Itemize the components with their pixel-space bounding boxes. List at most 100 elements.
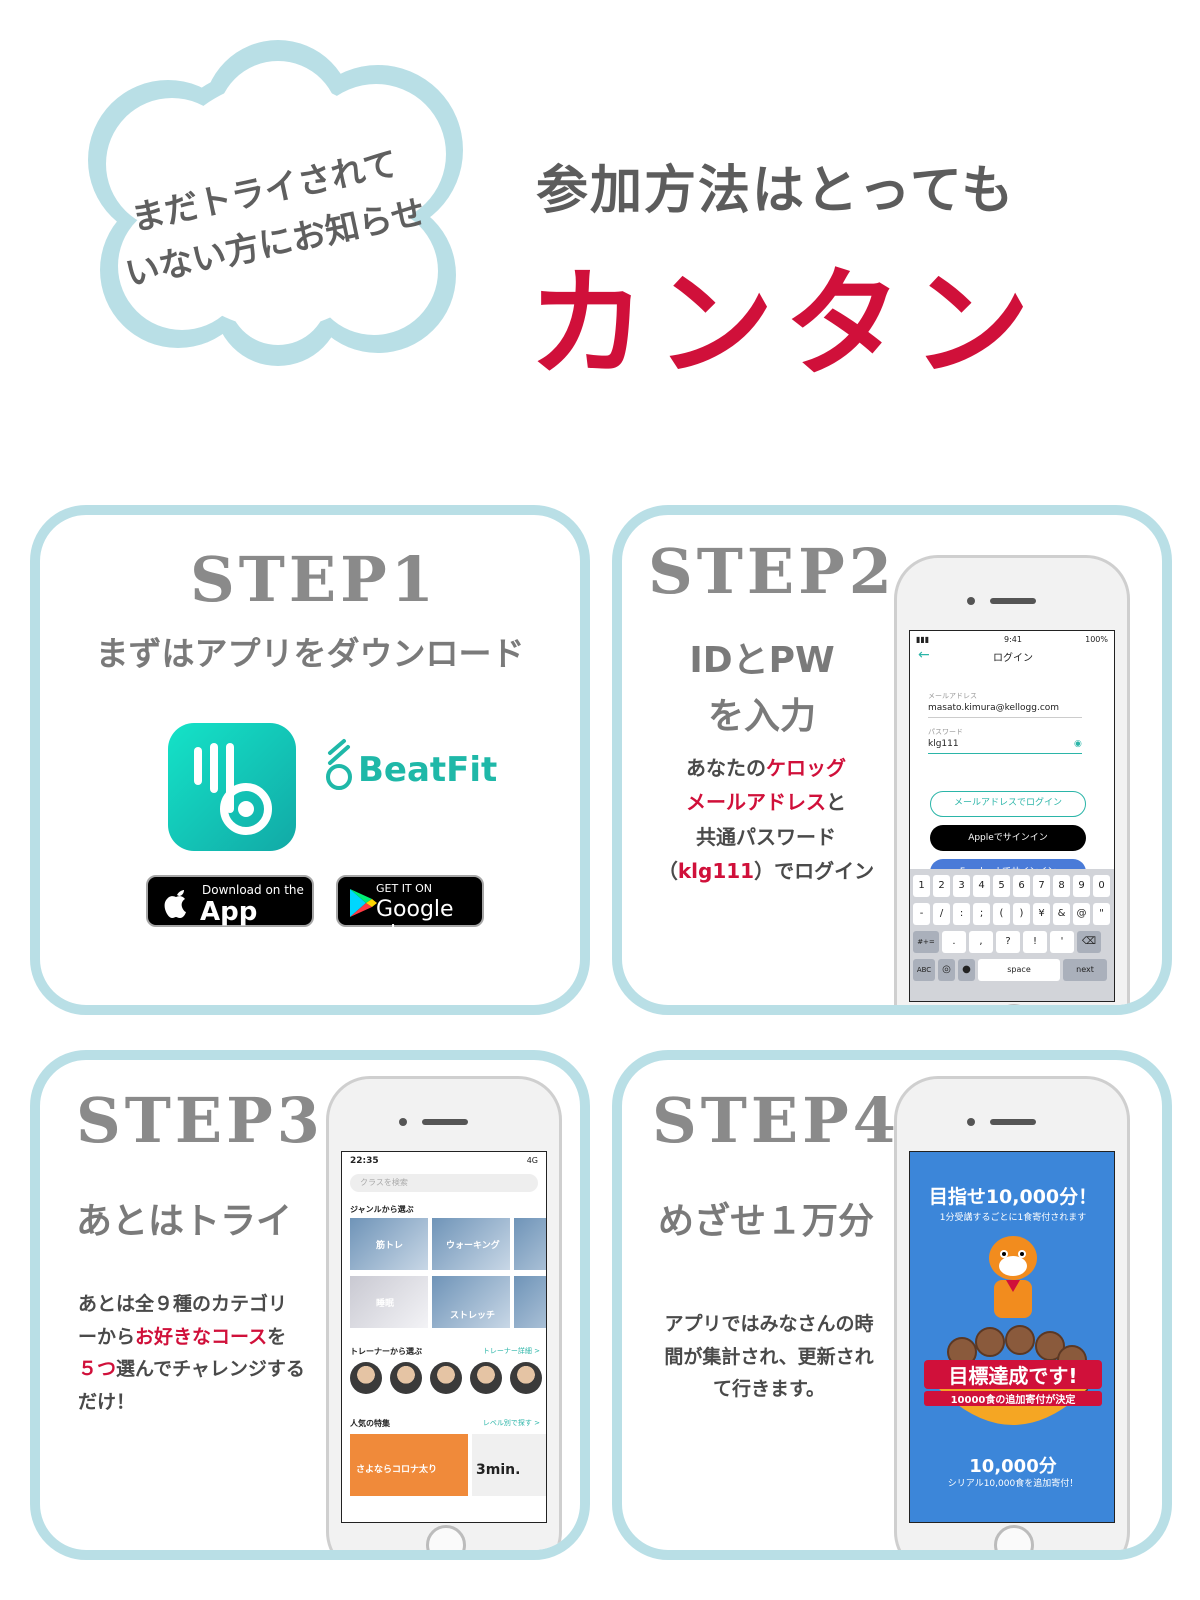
keyboard-key[interactable]: 9: [1073, 875, 1090, 897]
desc-highlight-password: klg111: [677, 859, 755, 884]
speaker-icon: [990, 1119, 1036, 1125]
keyboard-key[interactable]: ,: [969, 931, 993, 953]
app-store-badge[interactable]: Download on the App Store: [146, 875, 314, 957]
trainer-section-title: トレーナーから選ぶ: [350, 1347, 422, 1356]
total-subtext: シリアル10,000食を追加寄付！: [947, 1479, 1079, 1489]
app-store-big-text: App Store: [200, 897, 280, 957]
avatar[interactable]: [390, 1362, 422, 1394]
goal-heading: 目指せ10,000分！: [928, 1186, 1098, 1208]
genre-label: 筋トレ: [376, 1241, 404, 1251]
progress-screen: 目指せ10,000分！ 1分受講するごとに1食寄付されます 目標達成です! 10: [909, 1151, 1115, 1523]
feature-section-title: 人気の特集: [350, 1419, 390, 1428]
google-play-icon: [350, 889, 377, 917]
keyboard-key[interactable]: .: [942, 931, 966, 953]
google-play-small-text: GET IT ON: [376, 882, 433, 895]
keyboard-key[interactable]: ': [1050, 931, 1074, 953]
genre-tile[interactable]: 筋トレ: [350, 1218, 428, 1270]
microphone-icon[interactable]: ●: [958, 959, 975, 981]
apple-icon: [164, 890, 186, 918]
speaker-icon: [422, 1119, 468, 1125]
keyboard-key[interactable]: 6: [1013, 875, 1030, 897]
home-button[interactable]: [994, 1004, 1034, 1005]
avatar[interactable]: [470, 1362, 502, 1394]
step3-phone: 22:35 4G クラスを検索 ジャンルから選ぶ 筋トレ ウォーキング 睡眠 ス…: [326, 1076, 562, 1550]
beatfit-app-icon[interactable]: [168, 723, 296, 851]
avatar[interactable]: [510, 1362, 542, 1394]
desc-text: ）でログイン: [754, 859, 875, 884]
keyboard-key[interactable]: @: [1073, 903, 1090, 925]
avatar[interactable]: [430, 1362, 462, 1394]
keyboard-key[interactable]: !: [1023, 931, 1047, 953]
keyboard-key[interactable]: 7: [1033, 875, 1050, 897]
genre-tile[interactable]: ストレッチ: [432, 1276, 510, 1328]
genre-tile[interactable]: ウォーキング: [432, 1218, 510, 1270]
genre-section-title: ジャンルから選ぶ: [350, 1205, 414, 1214]
email-underline: [928, 717, 1082, 718]
keyboard-key[interactable]: 0: [1093, 875, 1110, 897]
trainer-detail-link[interactable]: トレーナー詳細 >: [483, 1346, 540, 1356]
keyboard-key[interactable]: ;: [973, 903, 990, 925]
status-time: 9:41: [1004, 635, 1022, 644]
keyboard-key[interactable]: ¥: [1033, 903, 1050, 925]
desc-text: 選んでチャレンジする: [116, 1358, 305, 1381]
step2-subtitle-line2: を入力: [707, 696, 816, 737]
step4-card: STEP4 めざせ１万分 アプリではみなさんの時 間が集計され、更新され て行き…: [612, 1050, 1172, 1560]
keyboard-key[interactable]: ": [1093, 903, 1110, 925]
step3-card: STEP3 あとはトライ あとは全９種のカテゴリ ーからお好きなコースを ５つ選…: [30, 1050, 590, 1560]
level-search-link[interactable]: レベル別で探す >: [483, 1418, 540, 1428]
keyboard-key[interactable]: ): [1013, 903, 1030, 925]
desc-highlight-course: お好きなコース: [135, 1325, 268, 1348]
password-field[interactable]: klg111: [928, 739, 959, 749]
keyboard-key[interactable]: /: [933, 903, 950, 925]
key-next[interactable]: next: [1063, 959, 1107, 981]
desc-text: （: [657, 859, 678, 884]
keyboard-key[interactable]: #+=: [913, 931, 939, 953]
keyboard-key[interactable]: 8: [1053, 875, 1070, 897]
tiger-mascot-icon: [989, 1236, 1037, 1318]
email-field[interactable]: masato.kimura@kellogg.com: [928, 703, 1059, 713]
feature-label: さよならコロナ太り: [356, 1465, 438, 1475]
key-space[interactable]: space: [978, 959, 1060, 981]
keyboard-key[interactable]: 3: [953, 875, 970, 897]
step4-title: STEP4: [652, 1084, 900, 1157]
keyboard-key[interactable]: ?: [996, 931, 1020, 953]
beatfit-brand-name: BeatFit: [358, 750, 498, 790]
google-play-badge[interactable]: GET IT ON Google play: [336, 875, 484, 947]
desc-text: だけ！: [78, 1391, 136, 1414]
key-abc[interactable]: ABC: [913, 959, 935, 981]
beatfit-logo-icon: [326, 739, 352, 790]
globe-icon[interactable]: ◎: [938, 959, 955, 981]
avatar[interactable]: [350, 1362, 382, 1394]
genre-tile[interactable]: 睡眠: [350, 1276, 428, 1328]
desc-highlight-five: ５つ: [78, 1358, 117, 1381]
show-password-eye-icon[interactable]: ◉: [1074, 739, 1082, 749]
google-play-big-text: Google play: [376, 897, 454, 947]
keyboard-key[interactable]: ⌫: [1077, 931, 1101, 953]
keyboard-key[interactable]: 5: [993, 875, 1010, 897]
keyboard-key[interactable]: (: [993, 903, 1010, 925]
keyboard-key[interactable]: -: [913, 903, 930, 925]
keyboard-key[interactable]: 4: [973, 875, 990, 897]
step3-title: STEP3: [76, 1084, 324, 1157]
apple-signin-button[interactable]: Appleでサインイン: [930, 825, 1086, 851]
home-button[interactable]: [426, 1525, 466, 1550]
login-screen: ▮▮▮ 9:41 100% ← ログイン メールアドレス masato.kimu…: [909, 630, 1115, 1002]
feature-card[interactable]: 3min.: [472, 1434, 546, 1496]
desc-text: 共通パスワード: [696, 824, 836, 849]
class-search-input[interactable]: クラスを検索: [350, 1174, 538, 1192]
genre-tile[interactable]: [514, 1218, 546, 1270]
keyboard-key[interactable]: :: [953, 903, 970, 925]
step4-phone: 目指せ10,000分！ 1分受講するごとに1食寄付されます 目標達成です! 10: [894, 1076, 1130, 1550]
genre-tile[interactable]: [514, 1276, 546, 1328]
keyboard-key[interactable]: &: [1053, 903, 1070, 925]
step2-card: STEP2 IDとPW を入力 あなたのケロッグ メールアドレスと 共通パスワー…: [612, 505, 1172, 1015]
feature-card[interactable]: さよならコロナ太り: [350, 1434, 468, 1496]
desc-text: と: [826, 790, 846, 815]
desc-text: て行きます。: [712, 1378, 826, 1401]
email-login-button[interactable]: メールアドレスでログイン: [930, 791, 1086, 817]
keyboard-key[interactable]: 2: [933, 875, 950, 897]
camera-icon: [399, 1118, 407, 1126]
home-button[interactable]: [994, 1525, 1034, 1550]
keyboard-key[interactable]: 1: [913, 875, 930, 897]
step1-subtitle: まずはアプリをダウンロード: [95, 634, 525, 673]
